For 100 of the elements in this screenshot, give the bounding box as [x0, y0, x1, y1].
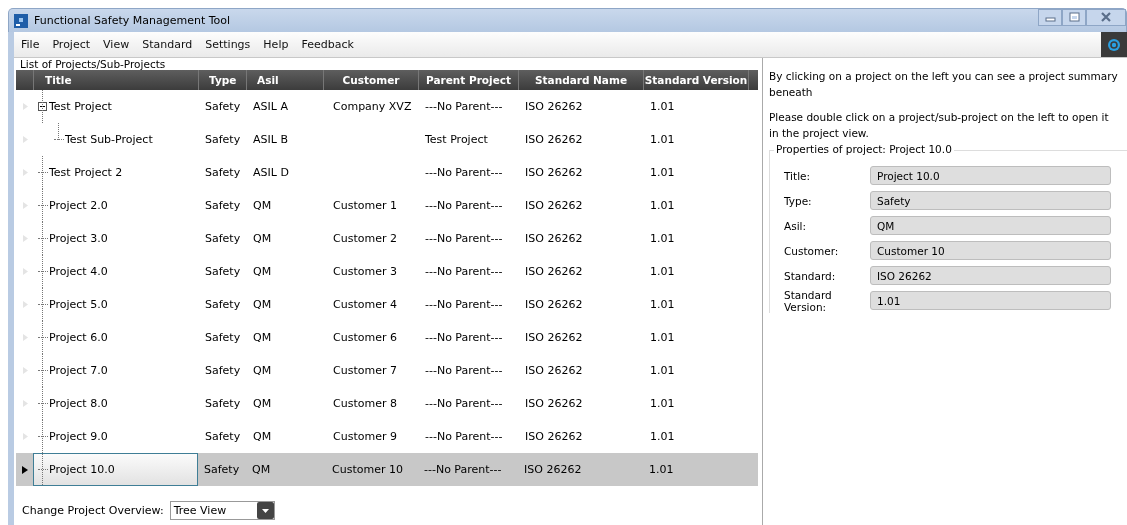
tree-item[interactable]: Project 8.0: [48, 397, 108, 410]
table-cell: ---No Parent---: [424, 430, 503, 443]
table-cell: Customer 7: [332, 364, 397, 377]
table-cell: Safety: [204, 430, 241, 443]
table-cell: Customer 2: [332, 232, 397, 245]
table-cell: ISO 26262: [524, 232, 583, 245]
table-cell: ISO 26262: [524, 166, 583, 179]
table-cell: Customer 4: [332, 298, 397, 311]
table-cell: Safety: [204, 331, 241, 344]
read-only-field: Project 10.0: [870, 166, 1111, 185]
table-cell: ASIL B: [252, 133, 288, 146]
menu-item[interactable]: Help: [256, 38, 295, 51]
read-only-field: ISO 26262: [870, 266, 1111, 285]
table-cell: ISO 26262: [524, 364, 583, 377]
group-title: Properties of project: Project 10.0: [774, 143, 954, 155]
table-cell: Company XVZ: [332, 100, 412, 113]
table-cell: ---No Parent---: [424, 199, 503, 212]
tree-item[interactable]: Project 9.0: [48, 430, 108, 443]
table-cell: ISO 26262: [524, 199, 583, 212]
table-cell: ---No Parent---: [423, 463, 502, 476]
table-cell: ISO 26262: [524, 331, 583, 344]
table-cell: QM: [252, 397, 272, 410]
refresh-icon: [1107, 37, 1121, 52]
tree-item[interactable]: Project 3.0: [48, 232, 108, 245]
tree-item[interactable]: Project 5.0: [48, 298, 108, 311]
info-text: Please double click on a project/sub-project on the left to open it in the project view.: [769, 110, 1110, 141]
table-cell: ---No Parent---: [424, 364, 503, 377]
table-cell: Customer 9: [332, 430, 397, 443]
table-cell: Safety: [204, 364, 241, 377]
table-cell: 1.01: [648, 463, 674, 476]
table-cell: Safety: [204, 100, 241, 113]
table-cell: ---No Parent---: [424, 265, 503, 278]
table-cell: QM: [252, 199, 272, 212]
table-cell: Safety: [204, 397, 241, 410]
tree-item[interactable]: Test Project 2: [48, 166, 123, 179]
table-cell: Safety: [204, 166, 241, 179]
tree-item[interactable]: Test Sub-Project: [64, 133, 153, 146]
table-cell: 1.01: [649, 364, 675, 377]
table-cell: ---No Parent---: [424, 166, 503, 179]
tree-item[interactable]: Project 2.0: [48, 199, 108, 212]
selected-cell[interactable]: Project 10.0: [33, 453, 198, 486]
table-cell: ---No Parent---: [424, 298, 503, 311]
field-label: Standard Version:: [784, 288, 833, 313]
table-cell: 1.01: [649, 298, 675, 311]
table-cell: ISO 26262: [524, 133, 583, 146]
menu-item[interactable]: Standard: [135, 38, 199, 51]
table-cell: ASIL A: [252, 100, 288, 113]
tree-item[interactable]: Project 4.0: [48, 265, 108, 278]
table-cell: QM: [252, 430, 272, 443]
tree-item[interactable]: Project 6.0: [48, 331, 108, 344]
tree-item[interactable]: Project 7.0: [48, 364, 108, 377]
table-cell: 1.01: [649, 133, 675, 146]
table-cell: Customer 3: [332, 265, 397, 278]
table-cell: QM: [252, 298, 272, 311]
table-cell: ISO 26262: [524, 265, 583, 278]
table-cell: QM: [251, 463, 271, 476]
table-cell: 1.01: [649, 199, 675, 212]
menu-item[interactable]: Feedback: [294, 38, 360, 51]
table-cell: ISO 26262: [523, 463, 582, 476]
table-cell: QM: [252, 232, 272, 245]
field-label: Title:: [784, 169, 812, 182]
table-cell: 1.01: [649, 100, 675, 113]
overview-dropdown[interactable]: Tree View: [169, 501, 275, 520]
menu-item[interactable]: Settings: [198, 38, 257, 51]
read-only-field: QM: [870, 216, 1111, 235]
field-label: Asil:: [784, 219, 808, 232]
table-cell: Safety: [204, 298, 241, 311]
tree-item[interactable]: Test Project: [48, 100, 112, 113]
collapse-icon[interactable]: [38, 102, 47, 111]
maximize-icon[interactable]: [1062, 9, 1086, 26]
table-cell: 1.01: [649, 430, 675, 443]
table-cell: Safety: [204, 232, 241, 245]
table-cell: 1.01: [649, 166, 675, 179]
table-cell: QM: [252, 265, 272, 278]
table-cell: Customer 10: [331, 463, 403, 476]
table-cell: 1.01: [649, 265, 675, 278]
read-only-field: 1.01: [870, 291, 1111, 310]
table-cell: Customer 8: [332, 397, 397, 410]
menu-item[interactable]: File: [14, 38, 46, 51]
table-cell: QM: [252, 364, 272, 377]
close-icon[interactable]: [1086, 9, 1126, 26]
field-label: Customer:: [784, 244, 840, 257]
table-cell: 1.01: [649, 232, 675, 245]
read-only-field: Safety: [870, 191, 1111, 210]
menu-item[interactable]: View: [96, 38, 136, 51]
table-cell: ---No Parent---: [424, 232, 503, 245]
sync-button[interactable]: [1101, 32, 1127, 57]
table-cell: ISO 26262: [524, 100, 583, 113]
table-cell: ISO 26262: [524, 430, 583, 443]
field-label: Change Project Overview:: [22, 504, 164, 517]
menu-item[interactable]: Project: [45, 38, 97, 51]
table-cell: 1.01: [649, 397, 675, 410]
read-only-field: Customer 10: [870, 241, 1111, 260]
table-cell: Customer 6: [332, 331, 397, 344]
table-cell: ---No Parent---: [424, 331, 503, 344]
table-cell: Customer 1: [332, 199, 397, 212]
table-cell: Test Project: [424, 133, 488, 146]
app-logo-icon: [14, 13, 28, 28]
tree-item[interactable]: Project 10.0: [48, 463, 115, 476]
table-cell: QM: [252, 331, 272, 344]
